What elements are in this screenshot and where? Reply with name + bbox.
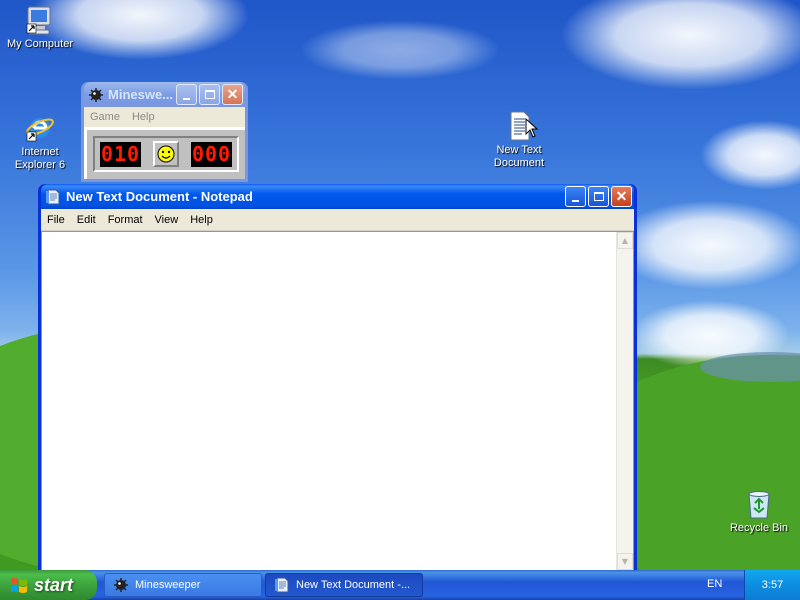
cloud [610,200,800,290]
scroll-up-button[interactable]: ▲ [617,232,633,249]
maximize-icon [593,192,604,201]
minimize-button[interactable] [565,186,586,207]
notepad-editor-frame: ▲ ▼ [41,231,634,570]
minesweeper-titlebar[interactable]: Mineswe... ✕ [84,82,245,107]
close-button[interactable]: ✕ [611,186,632,207]
cloud [560,0,800,90]
start-button[interactable]: start [0,570,97,600]
minesweeper-app-icon [88,87,104,103]
timer-display: 000 [191,141,232,167]
minimize-icon [183,97,190,100]
mine-counter: 010 [100,141,141,167]
language-indicator[interactable]: EN [707,578,722,590]
desktop-icon-label: My Computer [6,38,74,50]
close-icon: ✕ [615,188,628,204]
vertical-scrollbar[interactable]: ▲ ▼ [616,232,633,570]
menu-game[interactable]: Game [84,111,126,123]
maximize-button[interactable] [588,186,609,207]
taskbar: start Minesweeper New Text Document -...… [0,570,800,600]
menu-edit[interactable]: Edit [71,214,102,226]
taskbar-item-minesweeper[interactable]: Minesweeper [104,573,262,597]
desktop-icon-internet-explorer[interactable]: Internet Explorer 6 [0,86,80,185]
cloud [700,120,800,190]
minesweeper-body: 010 000 [84,127,245,179]
windows-logo-icon [11,578,27,593]
desktop-icon-label: Internet Explorer 6 [14,146,66,171]
notepad-app-icon [45,189,61,205]
minesweeper-status-panel: 010 000 [93,136,239,172]
close-icon: ✕ [226,86,239,102]
notepad-menubar: File Edit Format View Help [41,209,634,231]
notepad-title: New Text Document - Notepad [66,189,253,204]
minesweeper-icon [114,578,128,592]
scroll-down-button[interactable]: ▼ [617,553,633,570]
minimize-button[interactable] [176,84,197,105]
desktop-icon-label: Recycle Bin [729,522,789,534]
notepad-icon [275,577,289,593]
cloud [300,20,500,80]
taskbar-item-label: New Text Document -... [296,579,411,591]
menu-view[interactable]: View [149,214,185,226]
taskbar-item-label: Minesweeper [135,579,201,591]
notepad-window[interactable]: New Text Document - Notepad ✕ File Edit … [38,184,637,570]
arrow-up-icon: ▲ [621,236,629,245]
clock[interactable]: 3:57 [762,579,783,591]
maximize-button[interactable] [199,84,220,105]
notepad-text-area[interactable] [42,232,616,570]
desktop-icon-recycle-bin[interactable]: Recycle Bin [719,488,799,535]
smiley-face-icon [157,145,175,163]
start-label: start [34,574,74,595]
desktop-icon-label: New Text Document [493,144,545,169]
arrow-down-icon: ▼ [621,557,629,566]
menu-help[interactable]: Help [184,214,219,226]
recycle-bin-icon [743,488,775,520]
minesweeper-window[interactable]: Mineswe... ✕ Game Help 010 000 [81,82,248,182]
desktop-icon-my-computer[interactable]: My Computer [0,4,80,51]
maximize-icon [204,90,215,99]
menu-help[interactable]: Help [126,111,161,123]
menu-format[interactable]: Format [102,214,149,226]
minesweeper-title: Mineswe... [108,87,174,102]
mouse-cursor-icon [525,117,539,141]
system-tray: 3:57 [744,570,800,600]
close-button[interactable]: ✕ [222,84,243,105]
notepad-titlebar[interactable]: New Text Document - Notepad ✕ [41,184,634,209]
desktop: My Computer Internet Explorer 6 New Text… [0,0,800,570]
computer-icon [24,4,56,36]
internet-explorer-icon [24,99,56,142]
menu-file[interactable]: File [41,214,71,226]
taskbar-item-notepad[interactable]: New Text Document -... [265,573,423,597]
minimize-icon [572,199,579,202]
minesweeper-menubar: Game Help [84,107,245,127]
desktop-icon-new-text-document[interactable]: New Text Document [479,84,559,183]
smiley-reset-button[interactable] [153,141,179,167]
